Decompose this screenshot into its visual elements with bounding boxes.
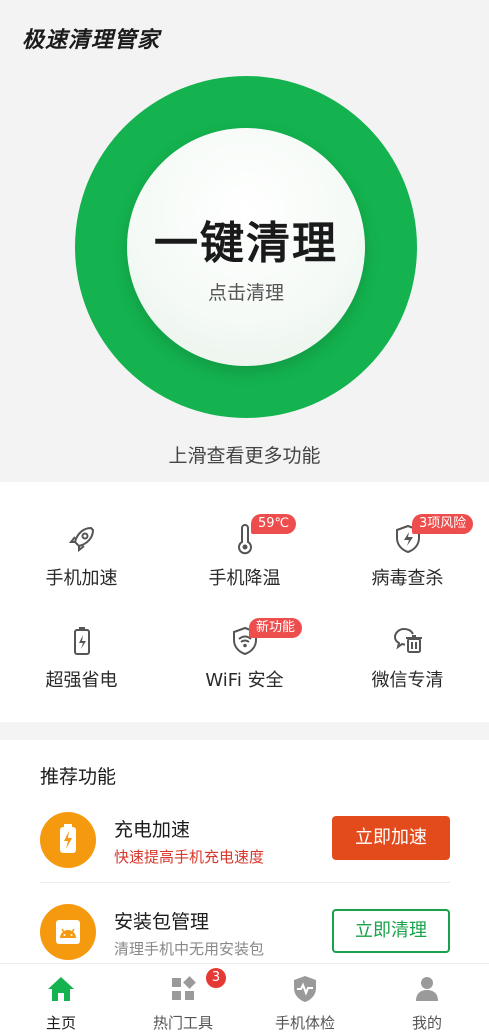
- recommend-desc: 清理手机中无用安装包: [114, 940, 265, 958]
- recommend-name: 充电加速: [114, 819, 191, 841]
- tool-power-saving[interactable]: 超强省电: [0, 624, 163, 692]
- notification-badge: 3: [206, 968, 226, 988]
- tool-label: WiFi 安全: [205, 670, 284, 691]
- android-box-icon: [40, 904, 96, 960]
- recommend-desc: 快速提高手机充电速度: [114, 848, 265, 866]
- tab-phone-checkup[interactable]: 手机体检: [244, 964, 366, 1036]
- rocket-icon: [68, 526, 94, 553]
- tool-wifi-security[interactable]: WiFi 安全: [163, 624, 326, 692]
- apps-icon: [172, 976, 196, 1000]
- temperature-badge: 59℃: [251, 514, 297, 534]
- tool-wechat-clean[interactable]: 微信专清: [326, 624, 489, 692]
- tool-label: 超强省电: [45, 670, 118, 691]
- section-title: 推荐功能: [40, 766, 117, 788]
- tab-hot-tools[interactable]: 热门工具 3: [122, 964, 244, 1036]
- home-icon: [48, 977, 74, 1001]
- tab-label: 我的: [411, 1014, 442, 1032]
- tool-label: 微信专清: [371, 670, 444, 691]
- boost-now-button[interactable]: 立即加速: [332, 816, 450, 860]
- bottom-tab-bar: 主页 热门工具 3 手机体检 我的: [0, 963, 489, 1036]
- tab-me[interactable]: 我的: [366, 964, 488, 1036]
- chat-trash-icon: [393, 627, 422, 653]
- risk-badge: 3项风险: [412, 514, 474, 534]
- tap-to-clean-label[interactable]: 点击清理: [127, 278, 365, 305]
- divider: [40, 882, 450, 883]
- one-click-clean-label[interactable]: 一键清理: [127, 207, 365, 271]
- tool-phone-boost[interactable]: 手机加速: [0, 522, 163, 590]
- tool-label: 病毒查杀: [371, 568, 444, 589]
- tab-label: 主页: [45, 1014, 76, 1032]
- tab-label: 手机体检: [274, 1014, 335, 1032]
- charging-battery-icon: [40, 812, 96, 868]
- shield-pulse-icon: [294, 976, 316, 1002]
- app-title: 极速清理管家: [22, 28, 161, 53]
- tab-home[interactable]: 主页: [0, 964, 122, 1036]
- profile-icon: [416, 977, 438, 1001]
- new-feature-badge: 新功能: [249, 618, 303, 638]
- recommend-item-charge-boost: 充电加速 快速提高手机充电速度 立即加速: [0, 810, 489, 900]
- tools-grid: 手机加速 手机降温 59℃ 病毒查杀 3项风险 超强省电 WiFi 安全 新功能…: [0, 482, 489, 722]
- battery-icon: [73, 627, 90, 655]
- tool-label: 手机加速: [45, 568, 118, 589]
- tool-label: 手机降温: [208, 568, 281, 589]
- tool-phone-cooling[interactable]: 手机降温: [163, 522, 326, 590]
- clean-now-button[interactable]: 立即清理: [332, 909, 450, 953]
- swipe-up-hint: 上滑查看更多功能: [168, 445, 321, 467]
- tab-label: 热门工具: [152, 1014, 213, 1032]
- recommend-name: 安装包管理: [114, 911, 210, 933]
